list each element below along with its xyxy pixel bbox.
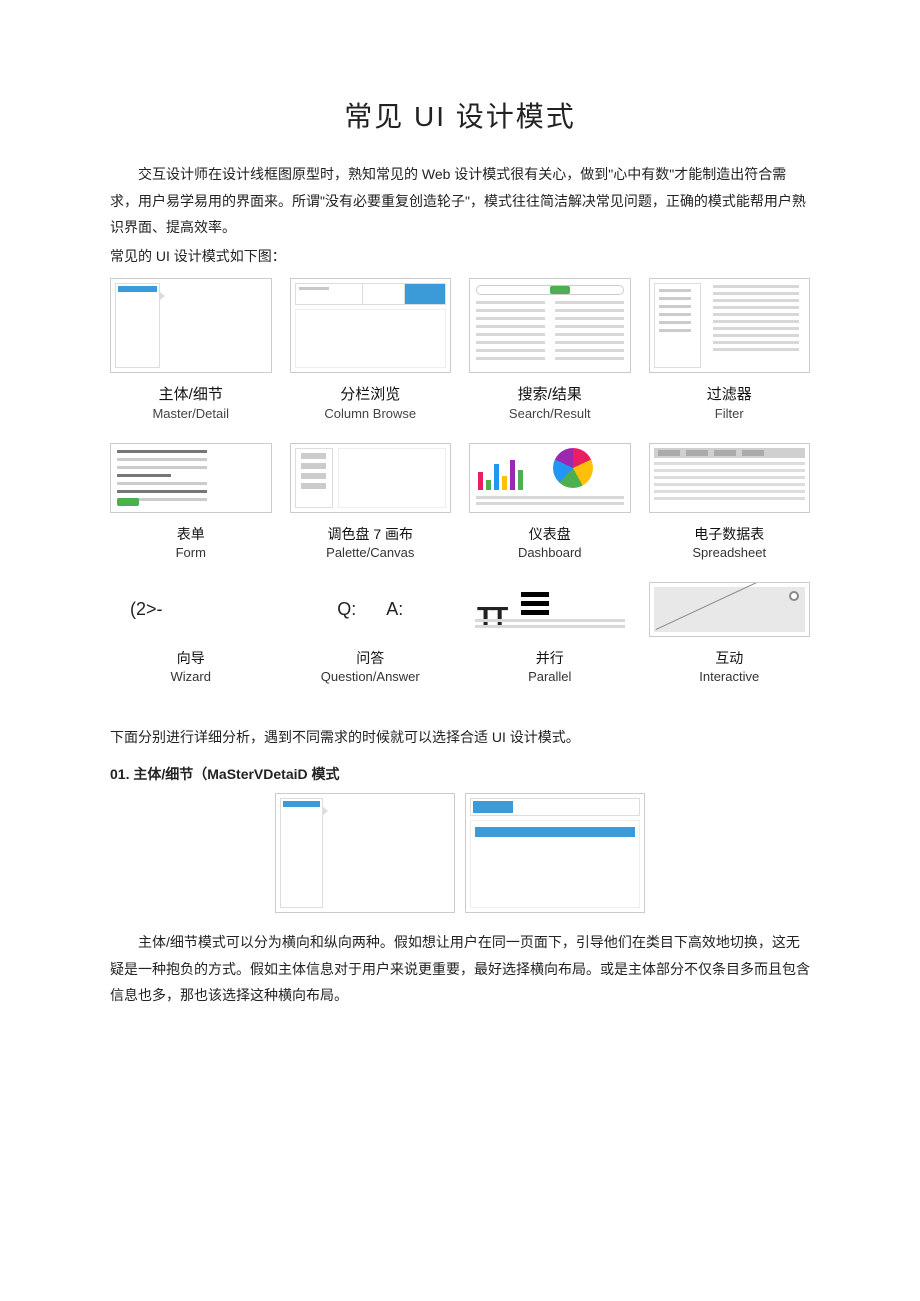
section-01-title: 01. 主体/细节（MaSterVDetaiD 模式 <box>110 761 810 788</box>
a-label: A: <box>386 592 403 626</box>
thumb-question-answer: Q: A: <box>290 582 452 637</box>
label-form: 表单 Form <box>110 519 272 576</box>
thumb-spreadsheet <box>649 443 811 513</box>
label-dashboard: 仪表盘 Dashboard <box>469 519 631 576</box>
thumb-wizard: (2>- <box>110 582 272 637</box>
thumb-filter <box>649 278 811 373</box>
label-search-result: 搜索/结果 Search/Result <box>469 379 631 437</box>
section-01-figures <box>110 793 810 913</box>
label-parallel: 并行 Parallel <box>469 643 631 700</box>
label-filter: 过滤器 Filter <box>649 379 811 437</box>
thumb-column-browse <box>290 278 452 373</box>
thumb-dashboard <box>469 443 631 513</box>
label-master-detail: 主体/细节 Master/Detail <box>110 379 272 437</box>
section-01-body: 主体/细节模式可以分为横向和纵向两种。假如想让用户在同一页面下，引导他们在类目下… <box>110 929 810 1009</box>
label-question-answer: 问答 Question/Answer <box>290 643 452 700</box>
thumb-parallel: TT <box>469 582 631 637</box>
thumb-master-detail <box>110 278 272 373</box>
label-palette-canvas: 调色盘 7 画布 Palette/Canvas <box>290 519 452 576</box>
fig-md-vertical <box>465 793 645 913</box>
thumb-form <box>110 443 272 513</box>
wizard-glyph: (2>- <box>130 592 163 626</box>
label-column-browse: 分栏浏览 Column Browse <box>290 379 452 437</box>
label-spreadsheet: 电子数据表 Spreadsheet <box>649 519 811 576</box>
q-label: Q: <box>337 592 356 626</box>
pattern-grid: 主体/细节 Master/Detail 分栏浏览 Column Browse 搜… <box>110 278 810 701</box>
label-interactive: 互动 Interactive <box>649 643 811 700</box>
sub-paragraph: 常见的 UI 设计模式如下图： <box>110 243 810 270</box>
page-title: 常见 UI 设计模式 <box>110 90 810 143</box>
label-wizard: 向导 Wizard <box>110 643 272 700</box>
thumb-palette-canvas <box>290 443 452 513</box>
thumb-search-result <box>469 278 631 373</box>
thumb-interactive <box>649 582 811 637</box>
intro-paragraph: 交互设计师在设计线框图原型时，熟知常见的 Web 设计模式很有关心，做到"心中有… <box>110 161 810 241</box>
analysis-intro: 下面分别进行详细分析，遇到不同需求的时候就可以选择合适 UI 设计模式。 <box>110 724 810 751</box>
fig-md-horizontal <box>275 793 455 913</box>
